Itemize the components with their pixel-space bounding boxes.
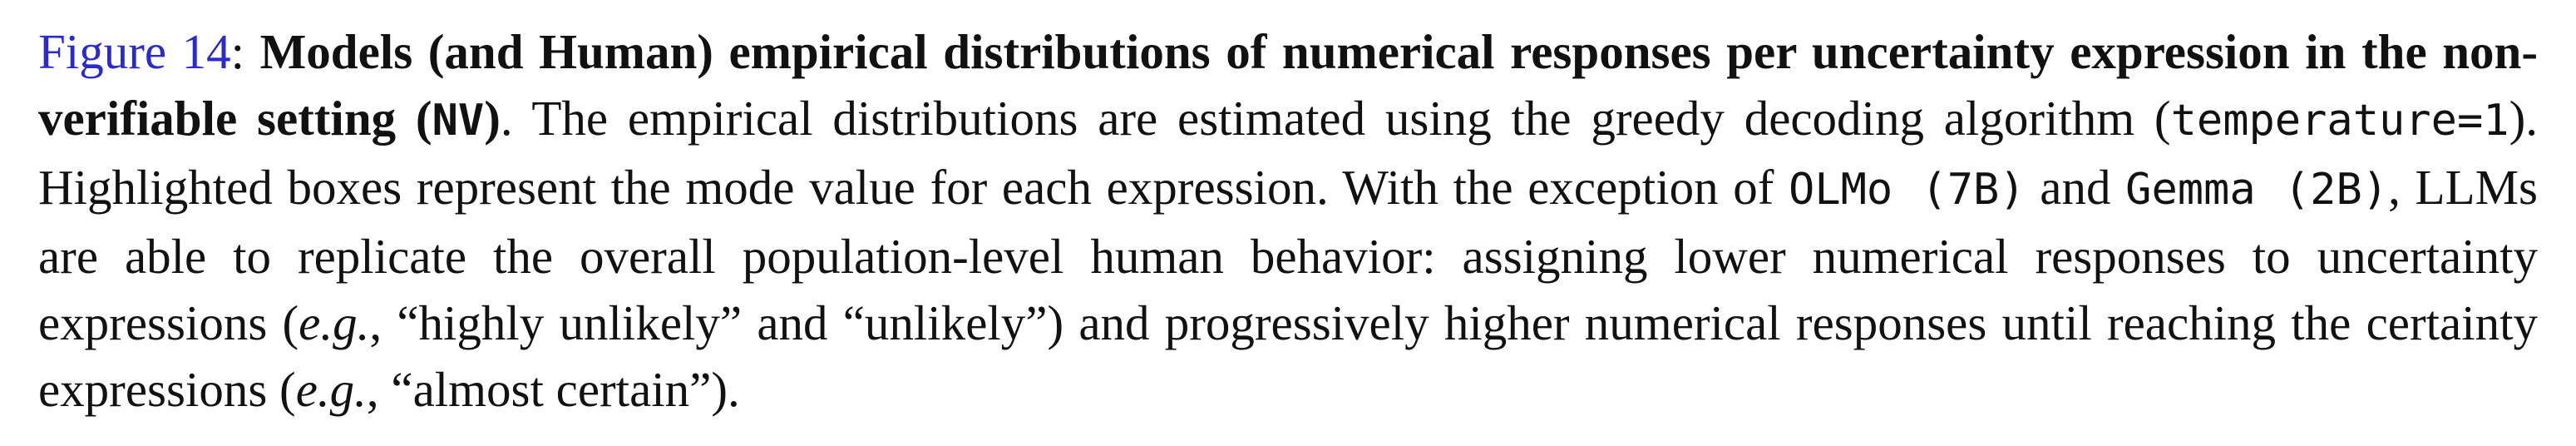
figure-reference-link[interactable]: Figure 14 bbox=[38, 24, 231, 79]
code-temperature: temperature=1 bbox=[2170, 96, 2509, 146]
caption-text-6: , “almost certain”). bbox=[366, 362, 740, 417]
caption-text-1: . The empirical distributions are estima… bbox=[500, 91, 2171, 146]
figure-caption: Figure 14: Models (and Human) empirical … bbox=[38, 18, 2538, 423]
code-olmo-model: OLMo (7B) bbox=[1789, 165, 2026, 215]
code-gemma-model: Gemma (2B) bbox=[2125, 165, 2389, 215]
caption-title-close: ) bbox=[484, 91, 501, 146]
caption-eg-2: e.g. bbox=[295, 362, 367, 417]
caption-text-3: and bbox=[2025, 160, 2126, 215]
caption-eg-1: e.g. bbox=[299, 295, 370, 350]
caption-colon: : bbox=[230, 24, 245, 79]
setting-code-nv: NV bbox=[432, 96, 485, 146]
